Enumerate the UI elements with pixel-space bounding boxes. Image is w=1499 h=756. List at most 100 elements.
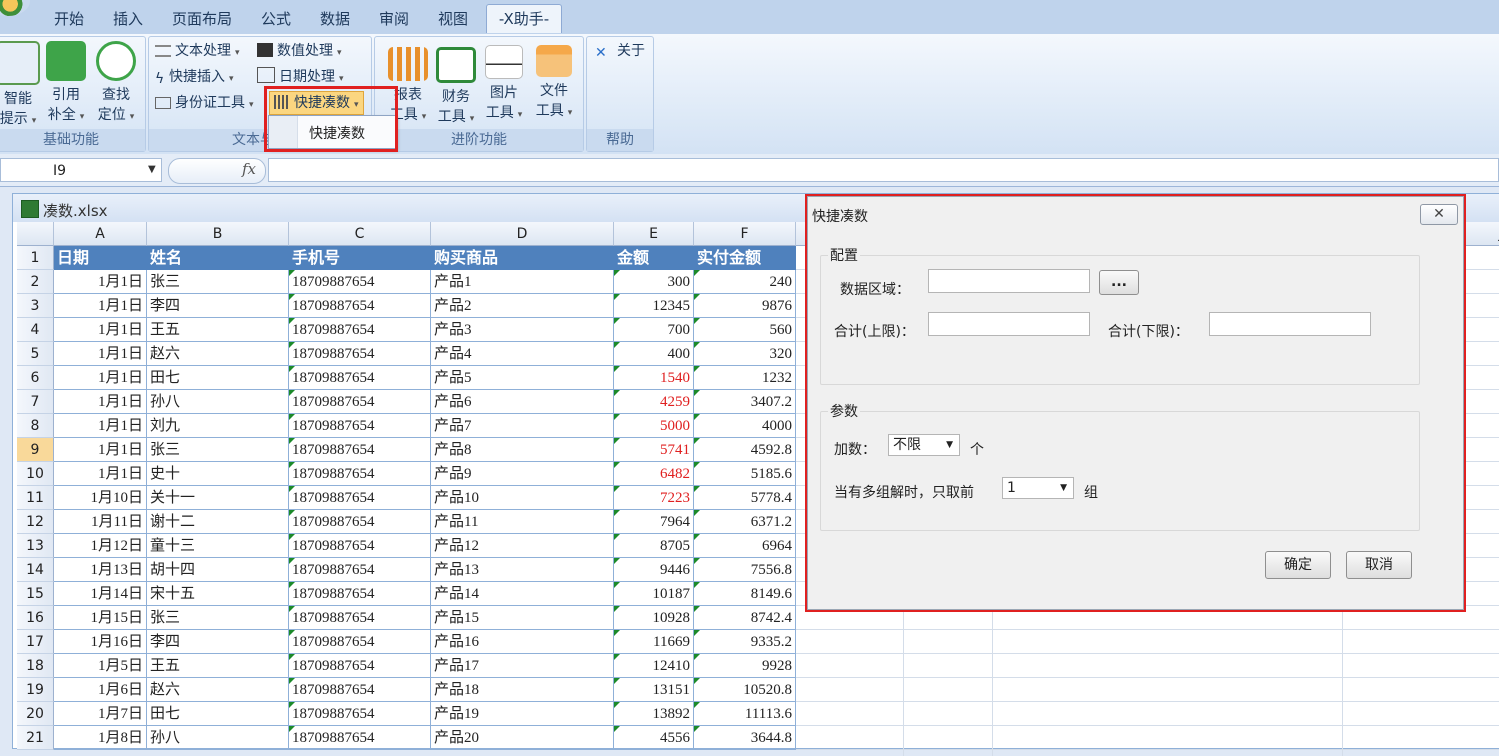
- row-header[interactable]: 3: [17, 294, 54, 318]
- table-cell[interactable]: 1月1日: [54, 414, 147, 438]
- table-cell[interactable]: 13151: [614, 678, 694, 702]
- upper-limit-input[interactable]: [928, 312, 1090, 336]
- browse-button[interactable]: ...: [1099, 270, 1139, 295]
- table-cell[interactable]: 11669: [614, 630, 694, 654]
- table-cell[interactable]: 1月13日: [54, 558, 147, 582]
- table-cell[interactable]: 240: [694, 270, 796, 294]
- table-cell[interactable]: 1月15日: [54, 606, 147, 630]
- table-cell[interactable]: 张三: [147, 438, 289, 462]
- name-box[interactable]: I9: [0, 158, 162, 182]
- table-cell[interactable]: 8705: [614, 534, 694, 558]
- row-header[interactable]: 9: [17, 438, 54, 462]
- table-cell[interactable]: 10928: [614, 606, 694, 630]
- table-cell[interactable]: 1月5日: [54, 654, 147, 678]
- table-cell[interactable]: 王五: [147, 654, 289, 678]
- table-cell[interactable]: 4592.8: [694, 438, 796, 462]
- tab-data[interactable]: 数据: [312, 5, 358, 33]
- table-cell[interactable]: 9928: [694, 654, 796, 678]
- table-cell[interactable]: 700: [614, 318, 694, 342]
- table-cell[interactable]: 李四: [147, 630, 289, 654]
- table-cell[interactable]: 18709887654: [289, 318, 431, 342]
- table-cell[interactable]: 13892: [614, 702, 694, 726]
- table-cell[interactable]: 1232: [694, 366, 796, 390]
- row-header[interactable]: 2: [17, 270, 54, 294]
- table-cell[interactable]: 王五: [147, 318, 289, 342]
- office-button[interactable]: [0, 0, 30, 16]
- table-cell[interactable]: 1540: [614, 366, 694, 390]
- tab-insert[interactable]: 插入: [105, 5, 151, 33]
- table-cell[interactable]: 300: [614, 270, 694, 294]
- table-cell[interactable]: 6964: [694, 534, 796, 558]
- table-cell[interactable]: 赵六: [147, 678, 289, 702]
- table-cell[interactable]: 18709887654: [289, 558, 431, 582]
- row-header[interactable]: 5: [17, 342, 54, 366]
- table-cell[interactable]: 孙八: [147, 390, 289, 414]
- table-cell[interactable]: 18709887654: [289, 270, 431, 294]
- row-header[interactable]: 11: [17, 486, 54, 510]
- lower-limit-input[interactable]: [1209, 312, 1371, 336]
- table-cell[interactable]: 1月1日: [54, 390, 147, 414]
- table-cell[interactable]: 产品16: [431, 630, 614, 654]
- table-cell[interactable]: 11113.6: [694, 702, 796, 726]
- table-cell[interactable]: 1月1日: [54, 438, 147, 462]
- find-locate-button[interactable]: 查找 定位 ▾: [91, 41, 141, 127]
- row-header[interactable]: 10: [17, 462, 54, 486]
- table-cell[interactable]: 18709887654: [289, 678, 431, 702]
- table-cell[interactable]: 12410: [614, 654, 694, 678]
- table-cell[interactable]: 史十: [147, 462, 289, 486]
- cancel-button[interactable]: 取消: [1346, 551, 1412, 579]
- quick-insert-button[interactable]: ϟ 快捷插入 ▾: [155, 65, 234, 89]
- table-cell[interactable]: 3407.2: [694, 390, 796, 414]
- table-cell[interactable]: 产品4: [431, 342, 614, 366]
- tab-view[interactable]: 视图: [430, 5, 476, 33]
- row-header[interactable]: 20: [17, 702, 54, 726]
- addend-select[interactable]: 不限 ▼: [888, 434, 960, 456]
- table-cell[interactable]: 1月11日: [54, 510, 147, 534]
- table-cell[interactable]: 5778.4: [694, 486, 796, 510]
- table-cell[interactable]: 谢十二: [147, 510, 289, 534]
- tab-review[interactable]: 审阅: [371, 5, 417, 33]
- table-cell[interactable]: 5741: [614, 438, 694, 462]
- table-cell[interactable]: 1月1日: [54, 342, 147, 366]
- table-cell[interactable]: 8742.4: [694, 606, 796, 630]
- table-cell[interactable]: 4000: [694, 414, 796, 438]
- tab-x-helper[interactable]: -X助手-: [486, 4, 562, 33]
- table-cell[interactable]: 9335.2: [694, 630, 796, 654]
- table-cell[interactable]: 10187: [614, 582, 694, 606]
- row-header[interactable]: 4: [17, 318, 54, 342]
- smart-hint-button[interactable]: 智能 提示 ▾: [0, 41, 43, 131]
- formula-input[interactable]: [268, 158, 1499, 182]
- table-cell[interactable]: 18709887654: [289, 726, 431, 750]
- table-cell[interactable]: 6371.2: [694, 510, 796, 534]
- header-product[interactable]: 购买商品: [431, 246, 614, 270]
- table-cell[interactable]: 1月1日: [54, 294, 147, 318]
- row-header[interactable]: 6: [17, 366, 54, 390]
- table-cell[interactable]: 产品15: [431, 606, 614, 630]
- table-cell[interactable]: 4556: [614, 726, 694, 750]
- row-header[interactable]: 16: [17, 606, 54, 630]
- col-header-d[interactable]: D: [431, 222, 614, 246]
- tab-page-layout[interactable]: 页面布局: [166, 5, 238, 33]
- table-cell[interactable]: 18709887654: [289, 702, 431, 726]
- number-process-button[interactable]: 数值处理 ▾: [257, 39, 342, 63]
- table-cell[interactable]: 田七: [147, 366, 289, 390]
- header-date[interactable]: 日期: [54, 246, 147, 270]
- header-phone[interactable]: 手机号: [289, 246, 431, 270]
- table-cell[interactable]: 产品8: [431, 438, 614, 462]
- table-cell[interactable]: 3644.8: [694, 726, 796, 750]
- table-cell[interactable]: 刘九: [147, 414, 289, 438]
- table-cell[interactable]: 7556.8: [694, 558, 796, 582]
- table-cell[interactable]: 12345: [614, 294, 694, 318]
- data-range-input[interactable]: [928, 269, 1090, 293]
- header-paid[interactable]: 实付金额: [694, 246, 796, 270]
- file-tool-button[interactable]: 文件 工具 ▾: [529, 41, 579, 123]
- table-cell[interactable]: 产品20: [431, 726, 614, 750]
- table-cell[interactable]: 18709887654: [289, 462, 431, 486]
- table-cell[interactable]: 4259: [614, 390, 694, 414]
- table-cell[interactable]: 8149.6: [694, 582, 796, 606]
- table-cell[interactable]: 产品2: [431, 294, 614, 318]
- finance-tool-button[interactable]: 财务 工具 ▾: [431, 41, 481, 129]
- tab-home[interactable]: 开始: [46, 5, 92, 33]
- table-cell[interactable]: 张三: [147, 270, 289, 294]
- insert-function-icon[interactable]: fx: [242, 160, 256, 178]
